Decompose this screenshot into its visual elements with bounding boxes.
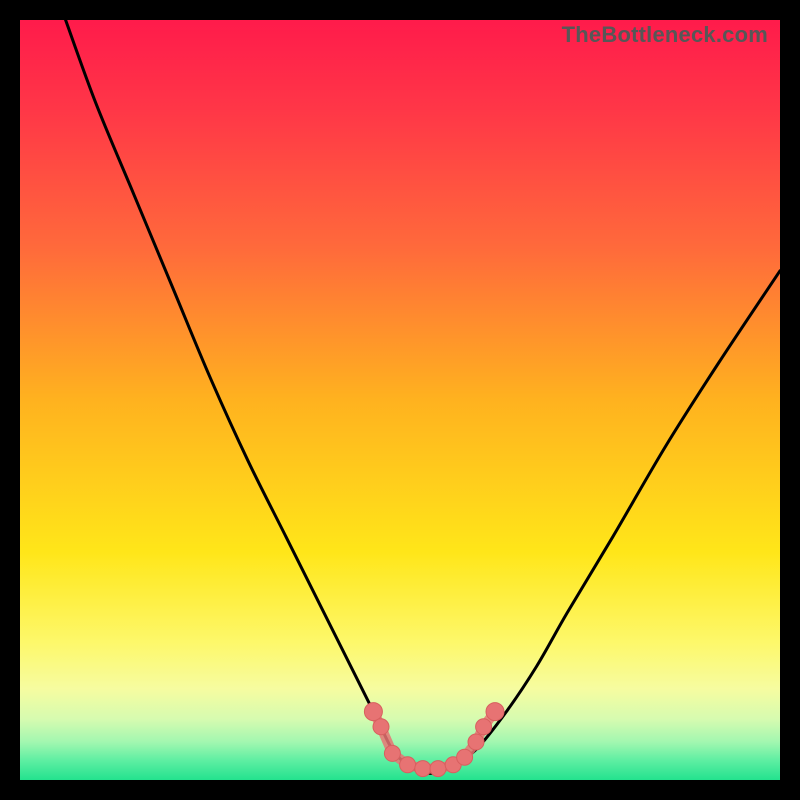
watermark-label: TheBottleneck.com [562,22,768,48]
marker-point [468,734,484,750]
marker-point [384,745,400,761]
chart-frame: TheBottleneck.com [0,0,800,800]
marker-point [457,749,473,765]
curve-layer [20,20,780,780]
marker-point [415,761,431,777]
plot-area: TheBottleneck.com [20,20,780,780]
marker-point [400,757,416,773]
marker-point [430,761,446,777]
marker-point [373,719,389,735]
bottleneck-curve [66,20,780,773]
marker-point [364,703,382,721]
marker-point [486,703,504,721]
marker-point [476,719,492,735]
